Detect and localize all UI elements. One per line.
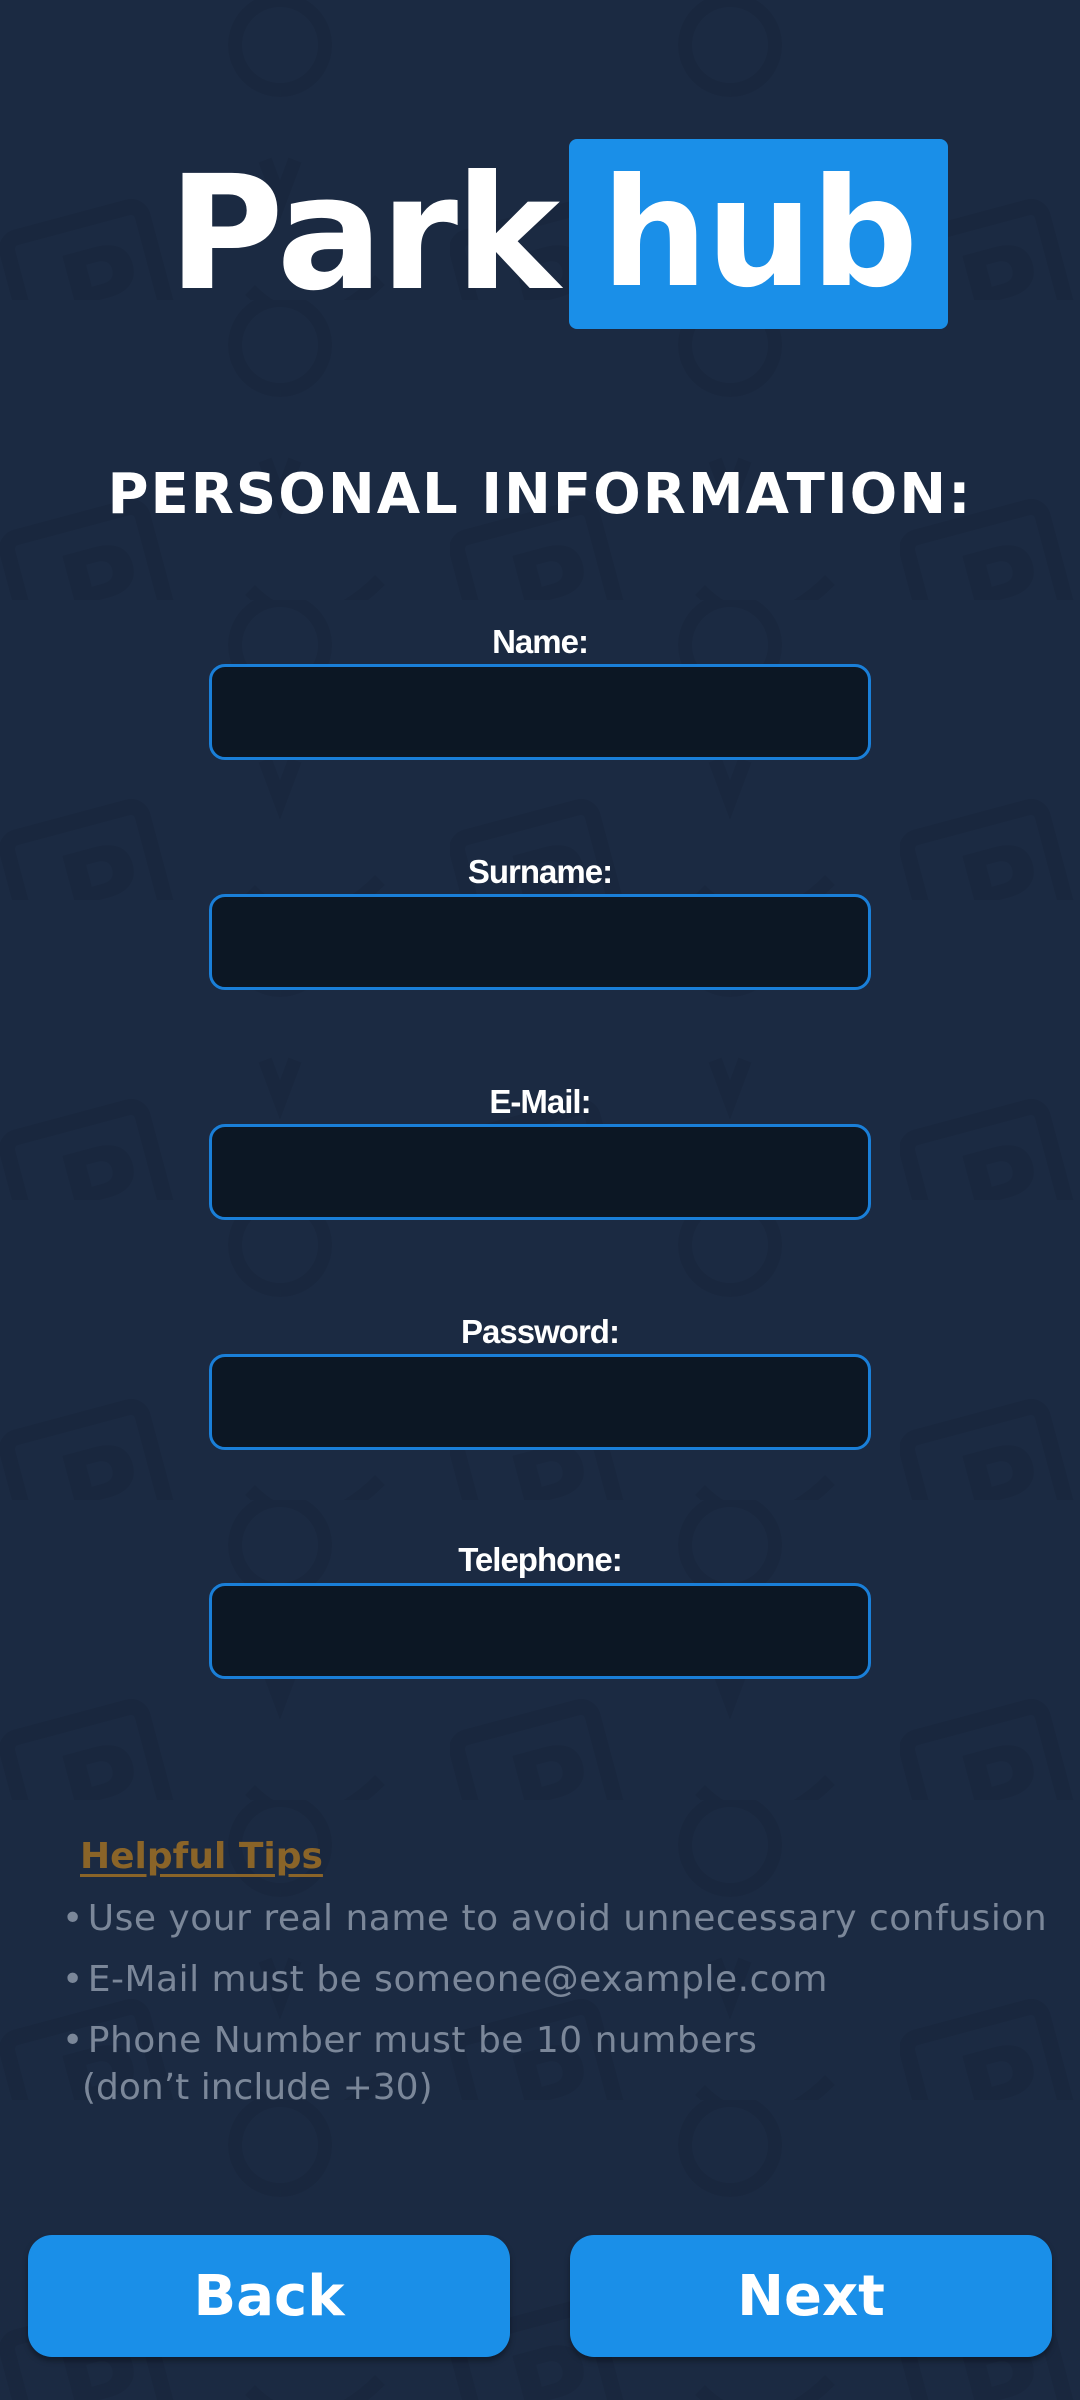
password-input[interactable] — [209, 1354, 871, 1450]
tip-text: Phone Number must be 10 numbers — [87, 2020, 758, 2061]
parkhub-logo: Park hub — [168, 139, 949, 329]
password-label: Password: — [461, 1313, 620, 1350]
tip-item: • E-Mail must be someone@example.com — [62, 1959, 828, 2000]
email-input[interactable] — [209, 1124, 871, 1220]
surname-label: Surname: — [467, 853, 613, 890]
telephone-input[interactable] — [209, 1583, 871, 1679]
back-button[interactable]: Back — [28, 2235, 510, 2357]
email-label: E-Mail: — [489, 1083, 591, 1120]
surname-input[interactable] — [209, 894, 871, 990]
telephone-label: Telephone: — [458, 1541, 623, 1578]
bullet-icon: • — [62, 1959, 84, 2000]
tip-item: • Use your real name to avoid unnecessary… — [62, 1898, 1047, 1939]
name-input[interactable] — [209, 664, 871, 760]
logo-hub-badge: hub — [569, 139, 949, 329]
bullet-icon: • — [62, 2020, 84, 2061]
next-button[interactable]: Next — [570, 2235, 1052, 2357]
tip-continuation: (don’t include +30) — [82, 2067, 433, 2108]
tip-text: Use your real name to avoid unnecessary … — [87, 1898, 1048, 1939]
helpful-tips-heading: Helpful Tips — [80, 1836, 323, 1877]
tip-text: E-Mail must be someone@example.com — [87, 1959, 828, 2000]
tip-item: • Phone Number must be 10 numbers — [62, 2020, 757, 2061]
page-title: PERSONAL INFORMATION: — [107, 462, 973, 527]
bullet-icon: • — [62, 1898, 84, 1939]
name-label: Name: — [492, 623, 589, 660]
logo-park-text: Park — [168, 142, 560, 326]
